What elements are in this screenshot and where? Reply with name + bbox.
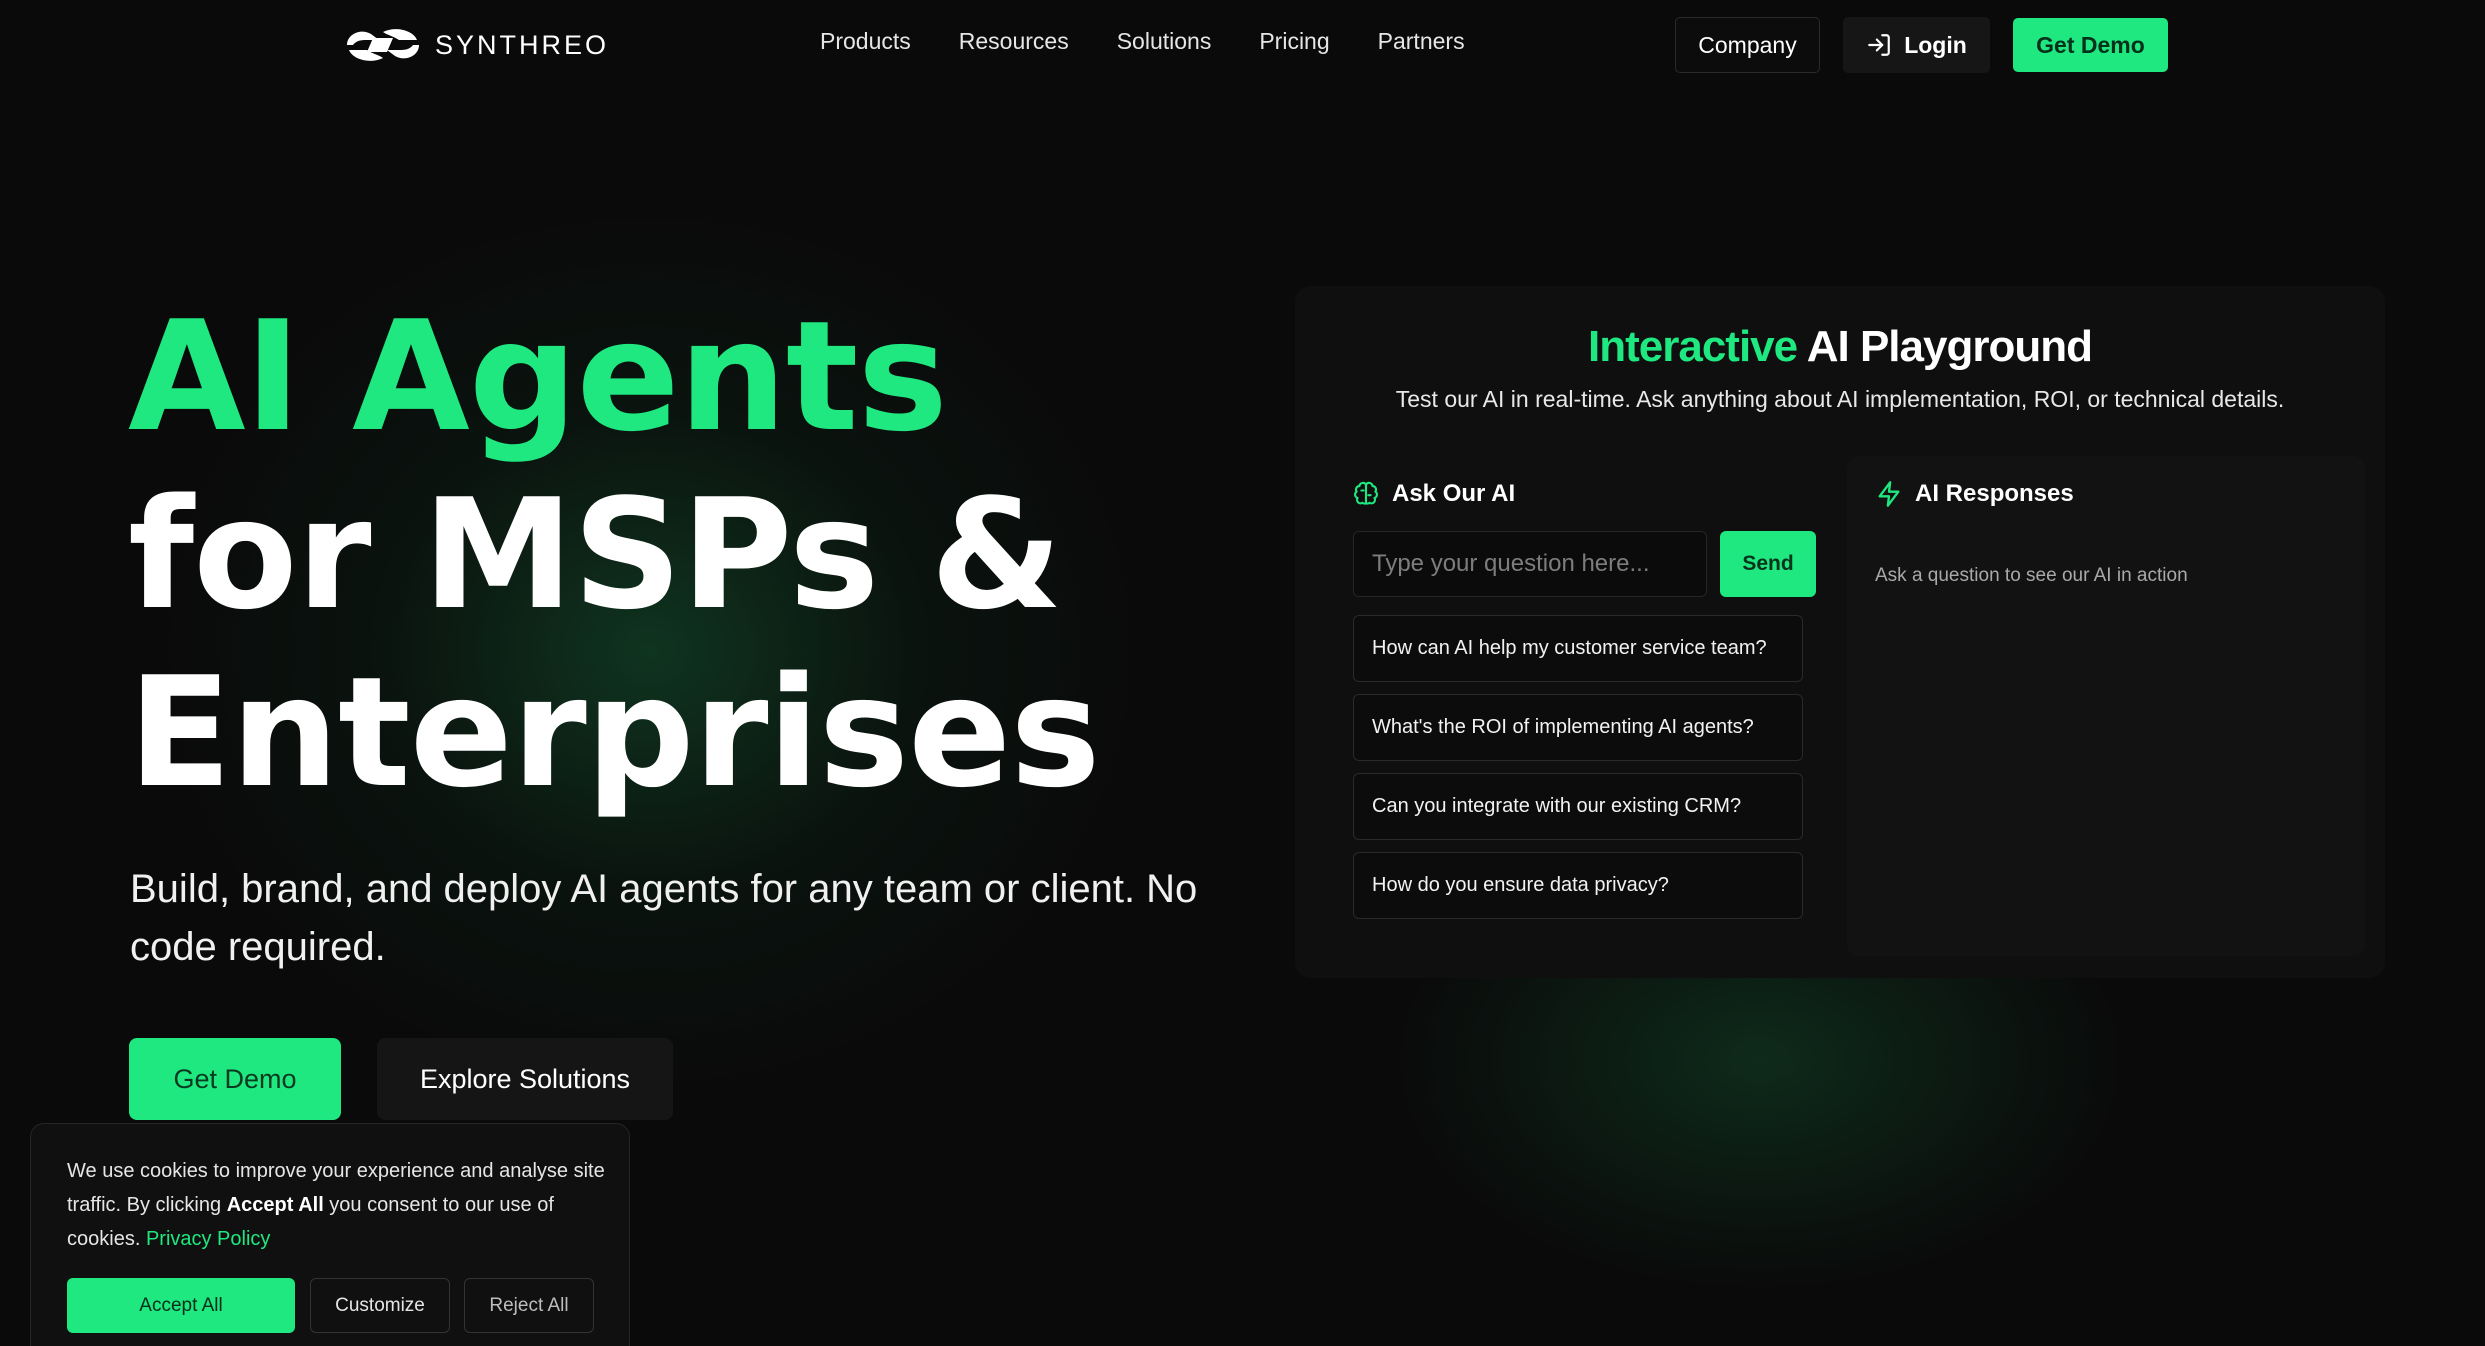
privacy-policy-link[interactable]: Privacy Policy [146,1228,270,1250]
playground-title-accent: Interactive [1588,322,1798,371]
cookie-accept-all-button[interactable]: Accept All [67,1278,295,1333]
login-icon [1868,34,1891,56]
cookie-customize-button[interactable]: Customize [310,1278,450,1333]
login-label: Login [1904,31,1967,58]
cookie-message: We use cookies to improve your experienc… [67,1154,607,1256]
login-button[interactable]: Login [1843,17,1990,73]
explore-solutions-button[interactable]: Explore Solutions [377,1038,673,1120]
responses-heading: AI Responses [1875,480,2074,508]
send-button[interactable]: Send [1720,531,1816,597]
hero-title-line-1: AI Agents [128,288,948,465]
suggestion-crm[interactable]: Can you integrate with our existing CRM? [1353,773,1803,840]
nav-link-solutions[interactable]: Solutions [1117,28,1212,55]
nav-link-resources[interactable]: Resources [959,28,1069,55]
hero-title-line-2: for MSPs & [128,466,1063,643]
suggestion-roi[interactable]: What's the ROI of implementing AI agents… [1353,694,1803,761]
nav-get-demo-button[interactable]: Get Demo [2013,18,2168,72]
question-input[interactable] [1353,531,1707,597]
company-button[interactable]: Company [1675,17,1820,73]
ask-heading-label: Ask Our AI [1392,480,1516,507]
playground-title-rest: AI Playground [1806,322,2093,371]
synthreo-logo-icon [347,29,419,61]
hero-subtitle: Build, brand, and deploy AI agents for a… [130,867,1198,969]
cookie-banner: We use cookies to improve your experienc… [30,1123,630,1346]
cookie-text-bold: Accept All [226,1194,324,1216]
lightning-icon [1878,481,1900,507]
suggestion-data-privacy[interactable]: How do you ensure data privacy? [1353,852,1803,919]
suggested-questions: How can AI help my customer service team… [1353,615,1803,931]
responses-panel: AI Responses [1847,456,2365,956]
hero-get-demo-button[interactable]: Get Demo [129,1038,341,1120]
nav-link-partners[interactable]: Partners [1378,28,1465,55]
responses-heading-label: AI Responses [1915,480,2074,507]
brand-logo[interactable]: SYNTHREO [343,24,609,66]
ask-heading: Ask Our AI [1352,480,1515,508]
top-navigation: SYNTHREO Products Resources Solutions Pr… [0,0,2485,90]
playground-title: Interactive AI Playground [1295,322,2385,372]
brand-name: SYNTHREO [435,29,610,60]
nav-link-products[interactable]: Products [820,28,911,55]
brain-icon [1354,481,1378,505]
suggestion-customer-service[interactable]: How can AI help my customer service team… [1353,615,1803,682]
hero-title-line-3: Enterprises [128,644,1101,821]
nav-link-pricing[interactable]: Pricing [1259,28,1329,55]
responses-empty-state: Ask a question to see our AI in action [1875,565,2188,586]
cookie-reject-all-button[interactable]: Reject All [464,1278,594,1333]
hero-title: AI Agents for MSPs & Enterprises [128,288,1101,822]
main-menu: Products Resources Solutions Pricing Par… [820,28,1465,55]
playground-description: Test our AI in real-time. Ask anything a… [1395,386,2285,412]
